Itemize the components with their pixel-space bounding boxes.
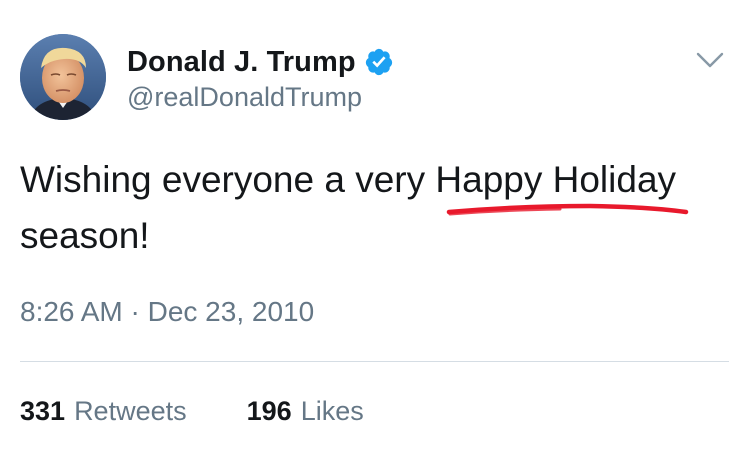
likes-count: 196 — [246, 396, 292, 426]
tweet-card: Donald J. Trump @realDonaldTrump Wishing… — [0, 0, 749, 453]
author-name-row: Donald J. Trump — [127, 42, 394, 82]
author-handle[interactable]: @realDonaldTrump — [127, 82, 362, 113]
profile-photo-icon — [20, 34, 106, 120]
retweets-count: 331 — [20, 396, 66, 426]
likes-label: Likes — [300, 396, 364, 426]
likes-stat[interactable]: 196 Likes — [247, 396, 364, 427]
tweet-stats: 331 Retweets 196 Likes — [20, 396, 364, 427]
retweets-label: Retweets — [74, 396, 187, 426]
divider — [20, 361, 729, 362]
avatar[interactable] — [20, 34, 106, 120]
author-display-name[interactable]: Donald J. Trump — [127, 46, 356, 79]
tweet-timestamp[interactable]: 8:26 AM · Dec 23, 2010 — [20, 296, 314, 328]
retweets-stat[interactable]: 331 Retweets — [20, 396, 187, 427]
verified-badge-icon — [365, 48, 392, 76]
chevron-down-icon[interactable] — [693, 46, 727, 74]
red-underline-annotation — [446, 203, 689, 216]
